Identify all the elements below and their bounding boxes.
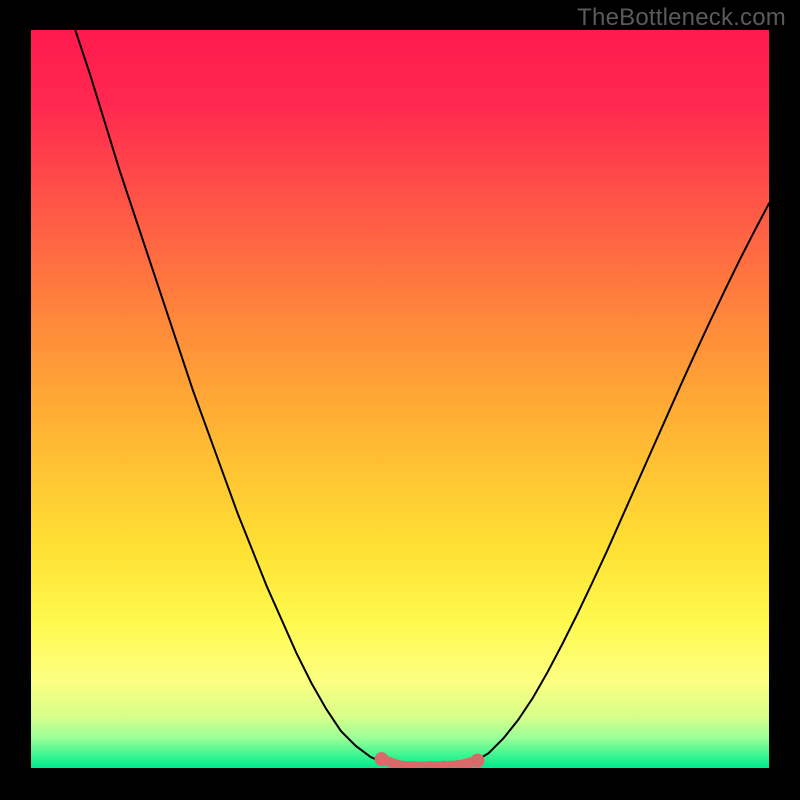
chart-svg — [31, 30, 769, 768]
chart-frame: TheBottleneck.com — [0, 0, 800, 800]
valley-marker — [470, 754, 484, 768]
bottleneck-chart — [31, 30, 769, 768]
valley-marker — [375, 752, 389, 766]
gradient-background — [31, 30, 769, 768]
watermark-text: TheBottleneck.com — [577, 4, 786, 32]
